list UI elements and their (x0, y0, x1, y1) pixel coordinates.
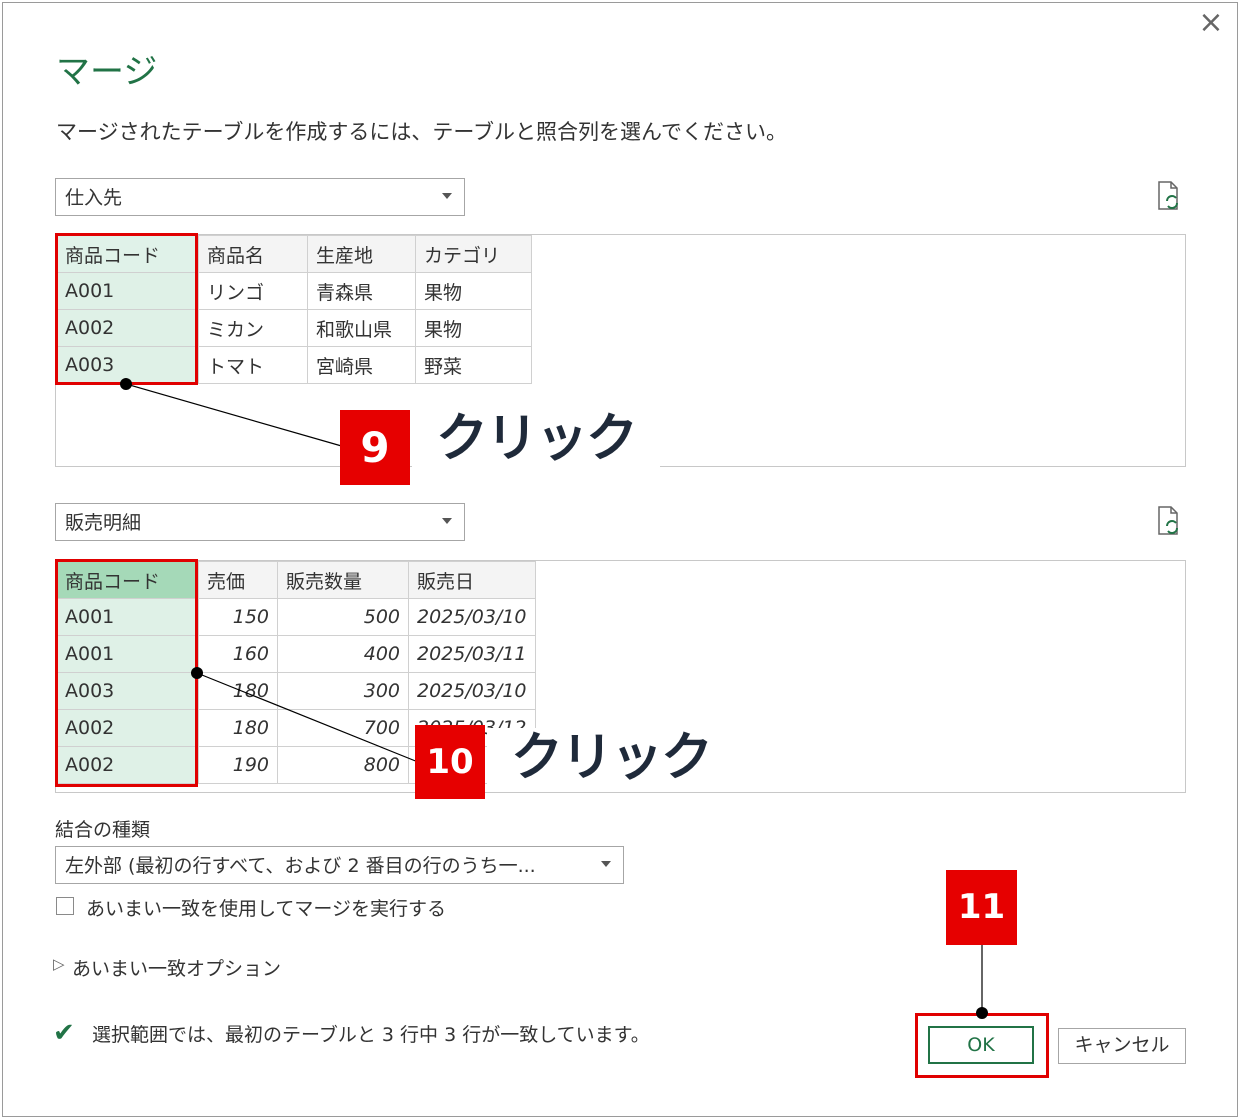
annotation-dot (976, 1007, 988, 1019)
highlight-table2-key-column (55, 559, 198, 787)
highlight-table1-key-column (55, 233, 198, 385)
step-11-badge: 11 (946, 870, 1017, 945)
step-9-click-label: クリック (412, 412, 661, 467)
annotation-dot (191, 667, 203, 679)
step-9-badge: 9 (340, 410, 410, 485)
highlight-ok-button (915, 1013, 1049, 1078)
step-10-badge: 10 (415, 725, 485, 799)
annotation-dot (120, 378, 132, 390)
step-10-click-label: クリック (487, 728, 736, 788)
